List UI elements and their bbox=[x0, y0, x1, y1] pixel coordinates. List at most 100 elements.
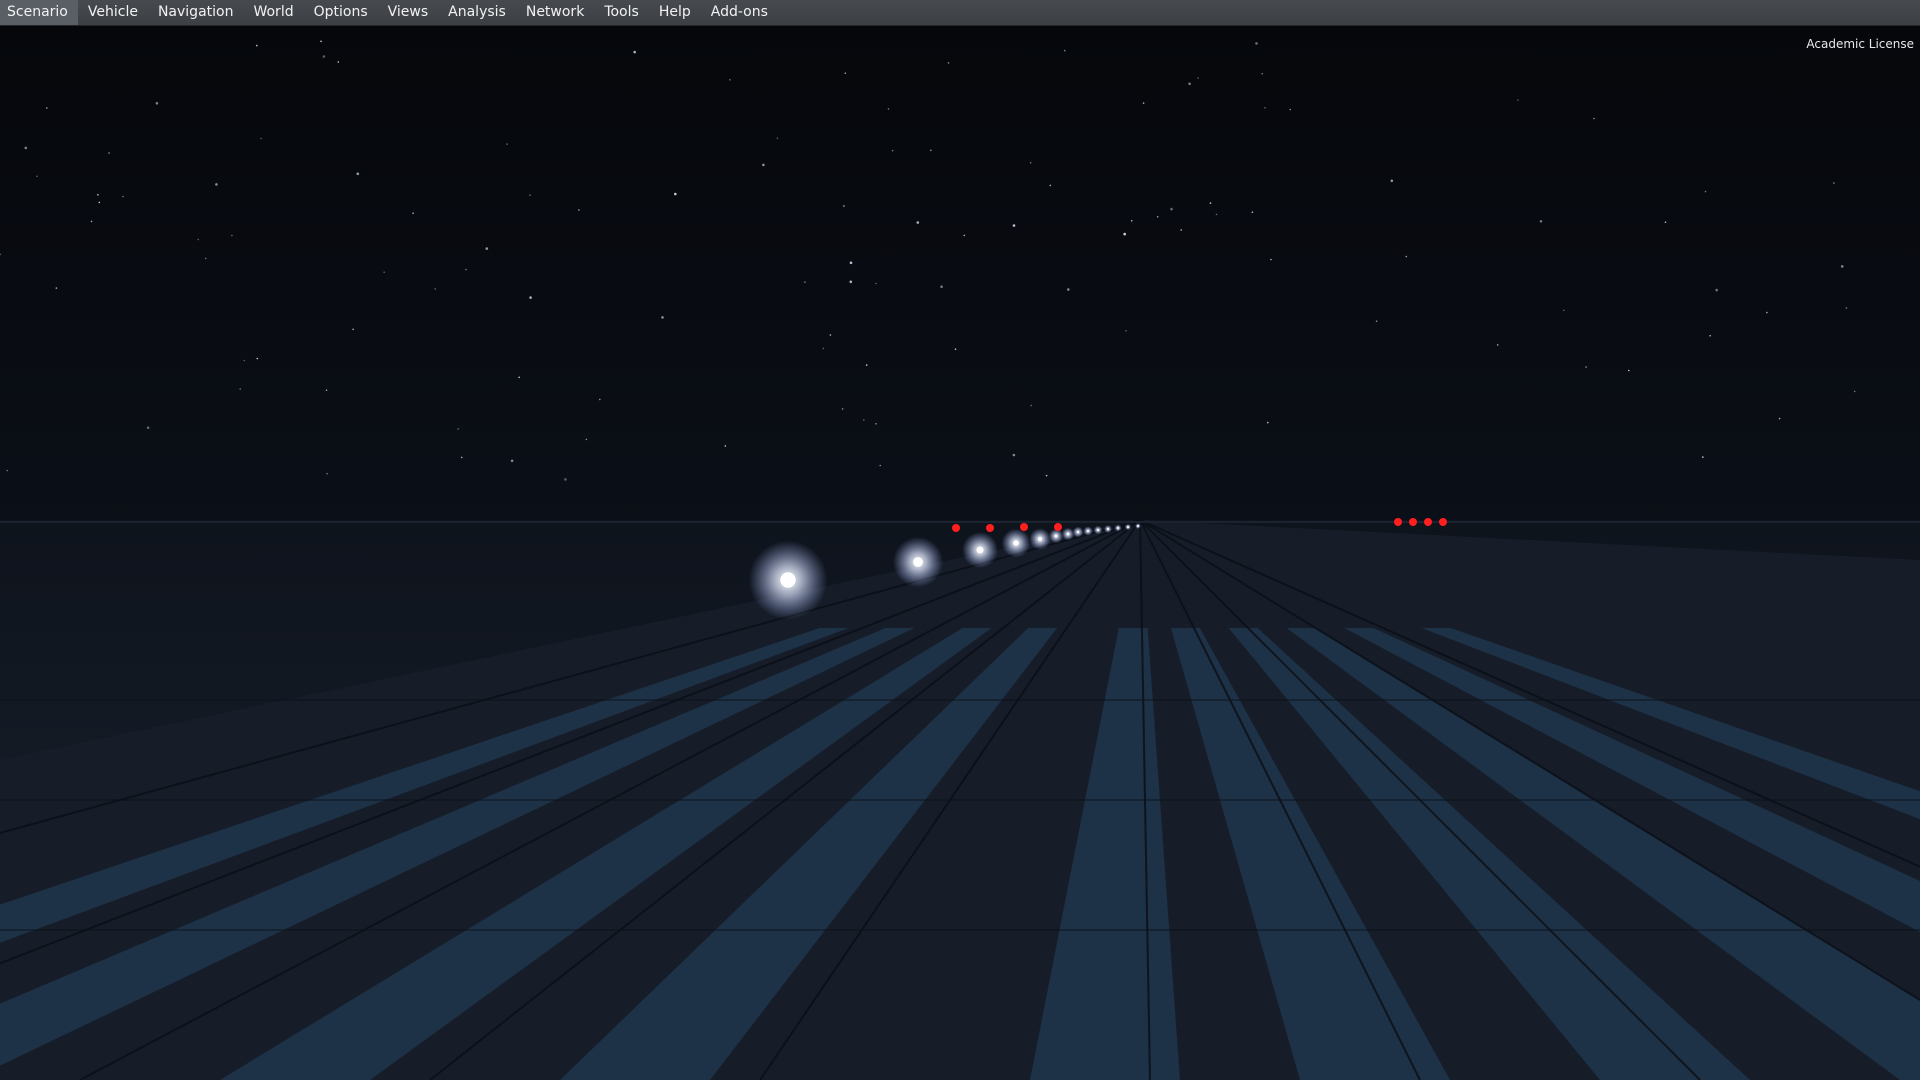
star bbox=[1778, 417, 1781, 420]
star bbox=[1289, 108, 1291, 111]
star bbox=[879, 464, 881, 467]
star bbox=[529, 194, 531, 196]
menu-analysis[interactable]: Analysis bbox=[438, 0, 516, 25]
menu-tools[interactable]: Tools bbox=[594, 0, 649, 25]
star bbox=[1496, 344, 1499, 346]
star bbox=[1840, 265, 1844, 268]
star bbox=[599, 398, 601, 401]
star bbox=[1517, 99, 1519, 101]
star bbox=[1180, 229, 1182, 231]
3d-viewport[interactable] bbox=[0, 25, 1920, 1080]
star bbox=[891, 149, 894, 152]
star bbox=[231, 234, 233, 237]
star bbox=[875, 282, 877, 285]
star bbox=[1130, 220, 1133, 222]
star bbox=[1270, 258, 1272, 261]
star bbox=[337, 61, 340, 63]
star bbox=[1702, 456, 1704, 458]
star bbox=[1215, 213, 1218, 216]
star bbox=[1125, 330, 1127, 332]
star bbox=[1030, 404, 1032, 407]
menu-navigation[interactable]: Navigation bbox=[148, 0, 244, 25]
star bbox=[326, 472, 328, 475]
star bbox=[822, 347, 825, 350]
star bbox=[1029, 162, 1032, 164]
star bbox=[1063, 49, 1066, 52]
star bbox=[661, 316, 664, 319]
threshold-light-red bbox=[1020, 523, 1028, 531]
menu-world[interactable]: World bbox=[243, 0, 303, 25]
star bbox=[1715, 288, 1718, 292]
star bbox=[1251, 211, 1254, 213]
star bbox=[954, 348, 957, 351]
star bbox=[518, 376, 520, 379]
star bbox=[1261, 72, 1264, 75]
star bbox=[412, 212, 414, 214]
threshold-light-red bbox=[1439, 518, 1447, 526]
threshold-light-red bbox=[952, 524, 960, 532]
threshold-light-red bbox=[986, 524, 994, 532]
star bbox=[1045, 474, 1048, 477]
star bbox=[46, 107, 48, 109]
star bbox=[243, 359, 246, 362]
menu-addons[interactable]: Add-ons bbox=[701, 0, 778, 25]
star bbox=[947, 62, 950, 64]
star bbox=[930, 149, 932, 152]
threshold-light-red bbox=[1424, 518, 1432, 526]
menu-options[interactable]: Options bbox=[304, 0, 378, 25]
star bbox=[1539, 220, 1543, 223]
star bbox=[1049, 184, 1052, 187]
menu-scenario[interactable]: Scenario bbox=[0, 0, 78, 25]
star bbox=[674, 192, 677, 196]
menu-views[interactable]: Views bbox=[378, 0, 439, 25]
star bbox=[762, 163, 765, 167]
star bbox=[564, 478, 567, 481]
star bbox=[97, 194, 99, 196]
star bbox=[1704, 190, 1707, 193]
star bbox=[963, 234, 966, 237]
star bbox=[239, 388, 241, 390]
star bbox=[875, 423, 877, 425]
star bbox=[255, 44, 258, 47]
runway-scene bbox=[0, 25, 1920, 1080]
star bbox=[352, 328, 354, 331]
star bbox=[1853, 390, 1856, 393]
menu-network[interactable]: Network bbox=[516, 0, 594, 25]
star bbox=[256, 357, 259, 360]
star bbox=[1267, 421, 1269, 424]
star bbox=[434, 288, 437, 290]
star bbox=[24, 146, 28, 150]
star bbox=[1188, 82, 1191, 86]
star bbox=[1197, 77, 1199, 79]
star bbox=[90, 220, 93, 223]
star bbox=[887, 108, 890, 110]
star bbox=[829, 334, 832, 336]
star bbox=[1833, 182, 1835, 184]
star bbox=[485, 247, 489, 250]
star bbox=[1375, 320, 1378, 323]
star bbox=[1067, 288, 1070, 291]
license-label: Academic License bbox=[1806, 37, 1914, 51]
sky bbox=[0, 25, 1920, 525]
star bbox=[6, 469, 8, 472]
star bbox=[1012, 224, 1016, 227]
star bbox=[325, 389, 328, 392]
menu-vehicle[interactable]: Vehicle bbox=[78, 0, 148, 25]
menu-help[interactable]: Help bbox=[649, 0, 701, 25]
star bbox=[197, 238, 199, 241]
star bbox=[729, 79, 731, 81]
star bbox=[465, 268, 467, 271]
threshold-light-red bbox=[1394, 518, 1402, 526]
star bbox=[204, 257, 207, 260]
star bbox=[578, 209, 580, 211]
star bbox=[1709, 334, 1711, 337]
star bbox=[1156, 216, 1159, 218]
star bbox=[916, 221, 920, 224]
star bbox=[529, 296, 532, 299]
star bbox=[1012, 453, 1016, 457]
star bbox=[510, 459, 514, 463]
star bbox=[865, 364, 868, 366]
star bbox=[98, 201, 101, 204]
star bbox=[1766, 311, 1768, 314]
star bbox=[849, 261, 853, 265]
